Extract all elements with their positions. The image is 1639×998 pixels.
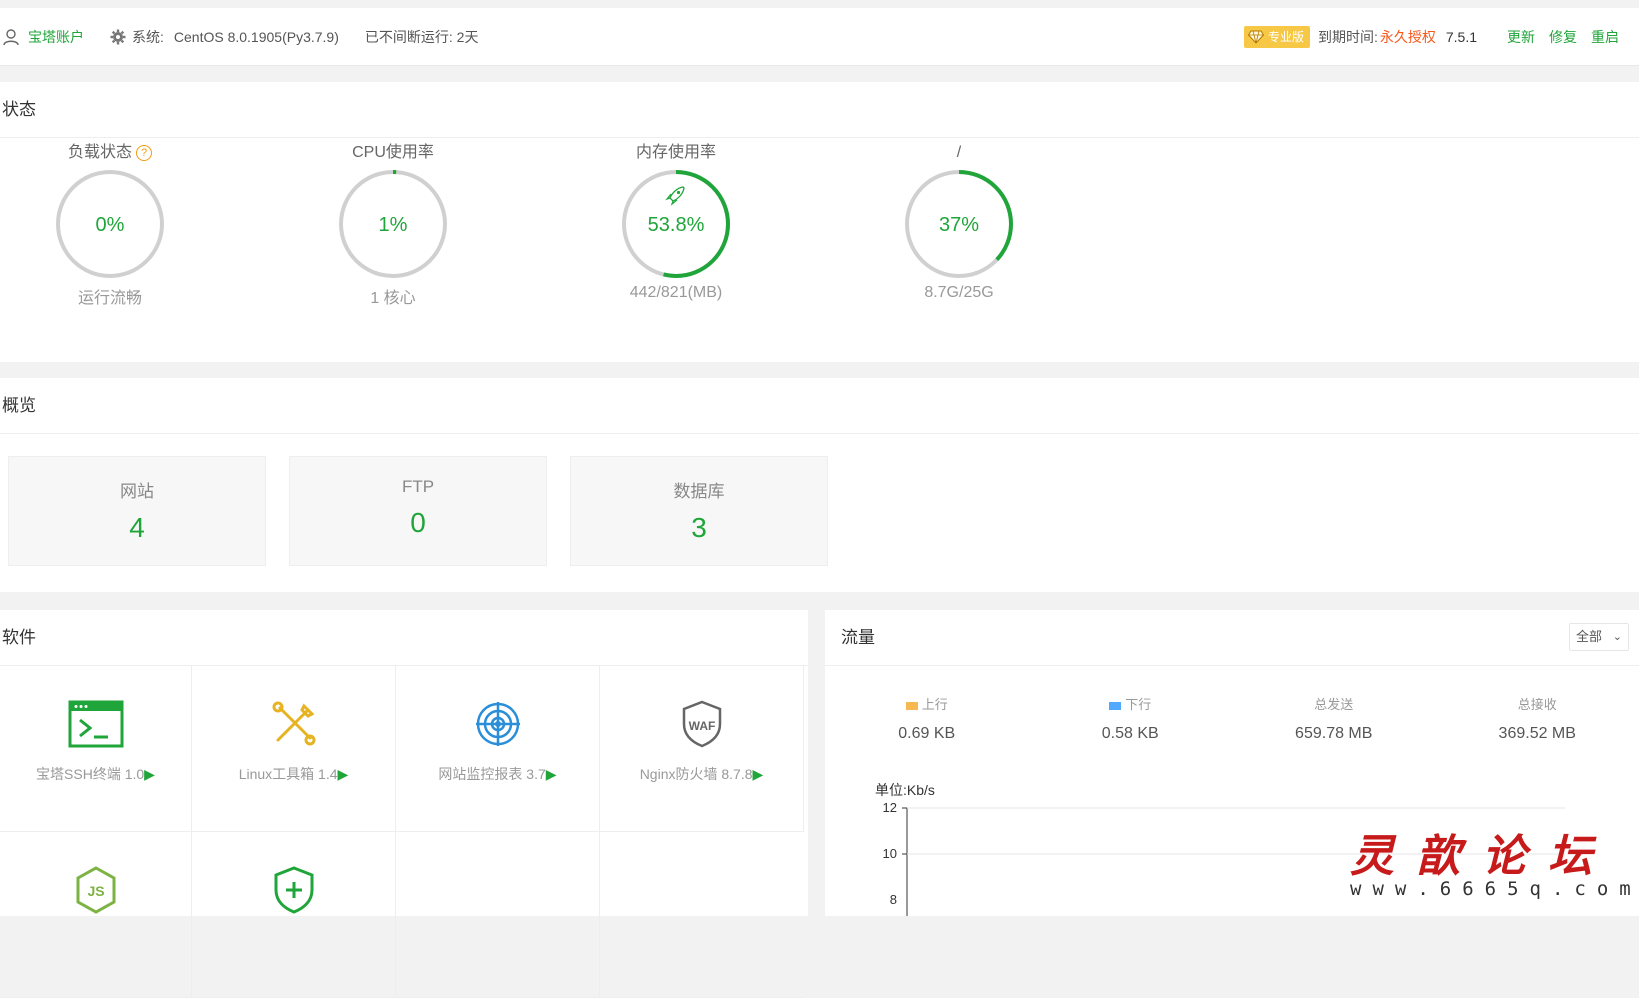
software-panel: 软件 宝塔SSH终端 1.0▶: [0, 610, 808, 916]
traffic-stat-value: 0.58 KB: [1029, 725, 1233, 743]
traffic-filter-select[interactable]: 全部⌄: [1569, 623, 1629, 651]
traffic-stat-total-received: 总接收 369.52 MB: [1436, 694, 1639, 743]
gauge-ring: 37%: [903, 168, 1015, 280]
chevron-down-icon: ⌄: [1613, 624, 1622, 650]
y-tick-label: 10: [883, 846, 897, 861]
top-bar: 宝塔账户 系统: CentOS 8.0.1905(Py3.7.9) 已不间断运行…: [0, 8, 1639, 66]
account-link[interactable]: 宝塔账户: [28, 27, 84, 47]
gauge-disk[interactable]: / 37% 8.7G/25G: [879, 138, 1039, 302]
gauge-ring: 1%: [337, 168, 449, 280]
traffic-stat-total-sent: 总发送 659.78 MB: [1232, 694, 1436, 743]
gauge-ring: 0%: [54, 168, 166, 280]
software-item-security[interactable]: [192, 832, 396, 998]
traffic-stat-value: 659.78 MB: [1232, 725, 1436, 743]
status-panel: 状态 负载状态? 0% 运行流畅 CPU使用率 1% 1 核心 内存使用率: [0, 82, 1639, 362]
shield-plus-icon: [272, 866, 316, 914]
overview-card-value: 0: [290, 507, 546, 539]
overview-card-value: 4: [9, 512, 265, 544]
restart-link[interactable]: 重启: [1591, 27, 1619, 47]
gauge-subtitle: 8.7G/25G: [879, 284, 1039, 302]
system-label: 系统:: [132, 27, 164, 47]
overview-title: 概览: [0, 378, 1639, 434]
repair-link[interactable]: 修复: [1549, 27, 1577, 47]
gauge-cpu[interactable]: CPU使用率 1% 1 核心: [313, 138, 473, 308]
traffic-stat-upload: 上行 0.69 KB: [825, 694, 1029, 743]
gauge-title: CPU使用率: [313, 138, 473, 168]
waf-icon: WAF: [680, 700, 724, 748]
overview-card-label: 网站: [9, 477, 265, 502]
download-swatch: [1109, 702, 1121, 710]
gauge-title: 内存使用率: [596, 138, 756, 168]
y-tick-label: 12: [883, 800, 897, 815]
gauge-value: 37%: [939, 214, 979, 236]
traffic-stat-value: 369.52 MB: [1436, 725, 1639, 743]
overview-card-label: FTP: [290, 477, 546, 497]
gauge-subtitle: 442/821(MB): [596, 284, 756, 302]
pro-badge: 专业版: [1244, 26, 1310, 48]
software-item-empty: [600, 832, 804, 998]
gear-icon: [110, 29, 126, 45]
gauge-ring: 53.8%: [620, 168, 732, 280]
svg-text:WAF: WAF: [688, 719, 715, 733]
pro-badge-label: 专业版: [1268, 28, 1304, 45]
terminal-icon: [68, 700, 124, 748]
software-item-nodejs[interactable]: JS: [0, 832, 192, 998]
system-value: CentOS 8.0.1905(Py3.7.9): [174, 29, 339, 45]
expire-value: 永久授权: [1380, 27, 1436, 47]
gauge-memory[interactable]: 内存使用率 53.8% 442/821(MB): [596, 138, 756, 302]
gauge-title: 负载状态?: [30, 138, 190, 168]
software-item-linux-toolbox[interactable]: Linux工具箱 1.4▶: [192, 666, 396, 832]
traffic-stats: 上行 0.69 KB 下行 0.58 KB 总发送 659.78 MB 总接收 …: [825, 694, 1639, 743]
radar-icon: [474, 700, 522, 748]
status-title: 状态: [0, 82, 1639, 138]
tools-icon: [270, 700, 318, 748]
overview-card-ftp[interactable]: FTP 0: [289, 456, 547, 566]
gauge-value: 1%: [379, 214, 408, 236]
gauge-title: /: [879, 138, 1039, 168]
rocket-icon: [667, 187, 684, 204]
overview-panel: 概览 网站 4 FTP 0 数据库 3: [0, 378, 1639, 592]
software-title: 软件: [0, 610, 808, 666]
watermark-logo: 灵歆论坛: [1350, 820, 1614, 884]
traffic-stat-download: 下行 0.58 KB: [1029, 694, 1233, 743]
traffic-title: 流量 全部⌄: [825, 610, 1639, 666]
software-item-label: 宝塔SSH终端 1.0▶: [0, 764, 191, 784]
software-item-label: 网站监控报表 3.7▶: [396, 764, 599, 784]
version-text: 7.5.1: [1446, 29, 1477, 45]
help-icon[interactable]: ?: [136, 145, 152, 161]
software-item-ssh-terminal[interactable]: 宝塔SSH终端 1.0▶: [0, 666, 192, 832]
traffic-stat-value: 0.69 KB: [825, 725, 1029, 743]
svg-text:JS: JS: [87, 883, 104, 899]
software-item-nginx-firewall[interactable]: WAF Nginx防火墙 8.7.8▶: [600, 666, 804, 832]
software-item-label: Nginx防火墙 8.7.8▶: [600, 764, 803, 784]
gauge-subtitle: 1 核心: [313, 284, 473, 308]
gauge-value: 0%: [96, 214, 125, 236]
software-item-site-monitor[interactable]: 网站监控报表 3.7▶: [396, 666, 600, 832]
gauge-subtitle: 运行流畅: [30, 284, 190, 308]
nodejs-icon: JS: [74, 866, 118, 914]
diamond-icon: [1248, 30, 1264, 44]
overview-card-websites[interactable]: 网站 4: [8, 456, 266, 566]
overview-card-label: 数据库: [571, 477, 827, 502]
watermark-url: www.6665q.com: [1350, 878, 1639, 900]
overview-card-database[interactable]: 数据库 3: [570, 456, 828, 566]
software-item-label: Linux工具箱 1.4▶: [192, 764, 395, 784]
software-item-empty: [396, 832, 600, 998]
uptime-text: 已不间断运行: 2天: [365, 27, 479, 47]
update-link[interactable]: 更新: [1507, 27, 1535, 47]
expire-label: 到期时间:: [1318, 27, 1378, 47]
overview-card-value: 3: [571, 512, 827, 544]
user-icon: [2, 28, 20, 46]
upload-swatch: [906, 702, 918, 710]
gauge-load[interactable]: 负载状态? 0% 运行流畅: [30, 138, 190, 308]
y-tick-label: 8: [890, 892, 897, 907]
gauge-value: 53.8%: [648, 214, 705, 236]
